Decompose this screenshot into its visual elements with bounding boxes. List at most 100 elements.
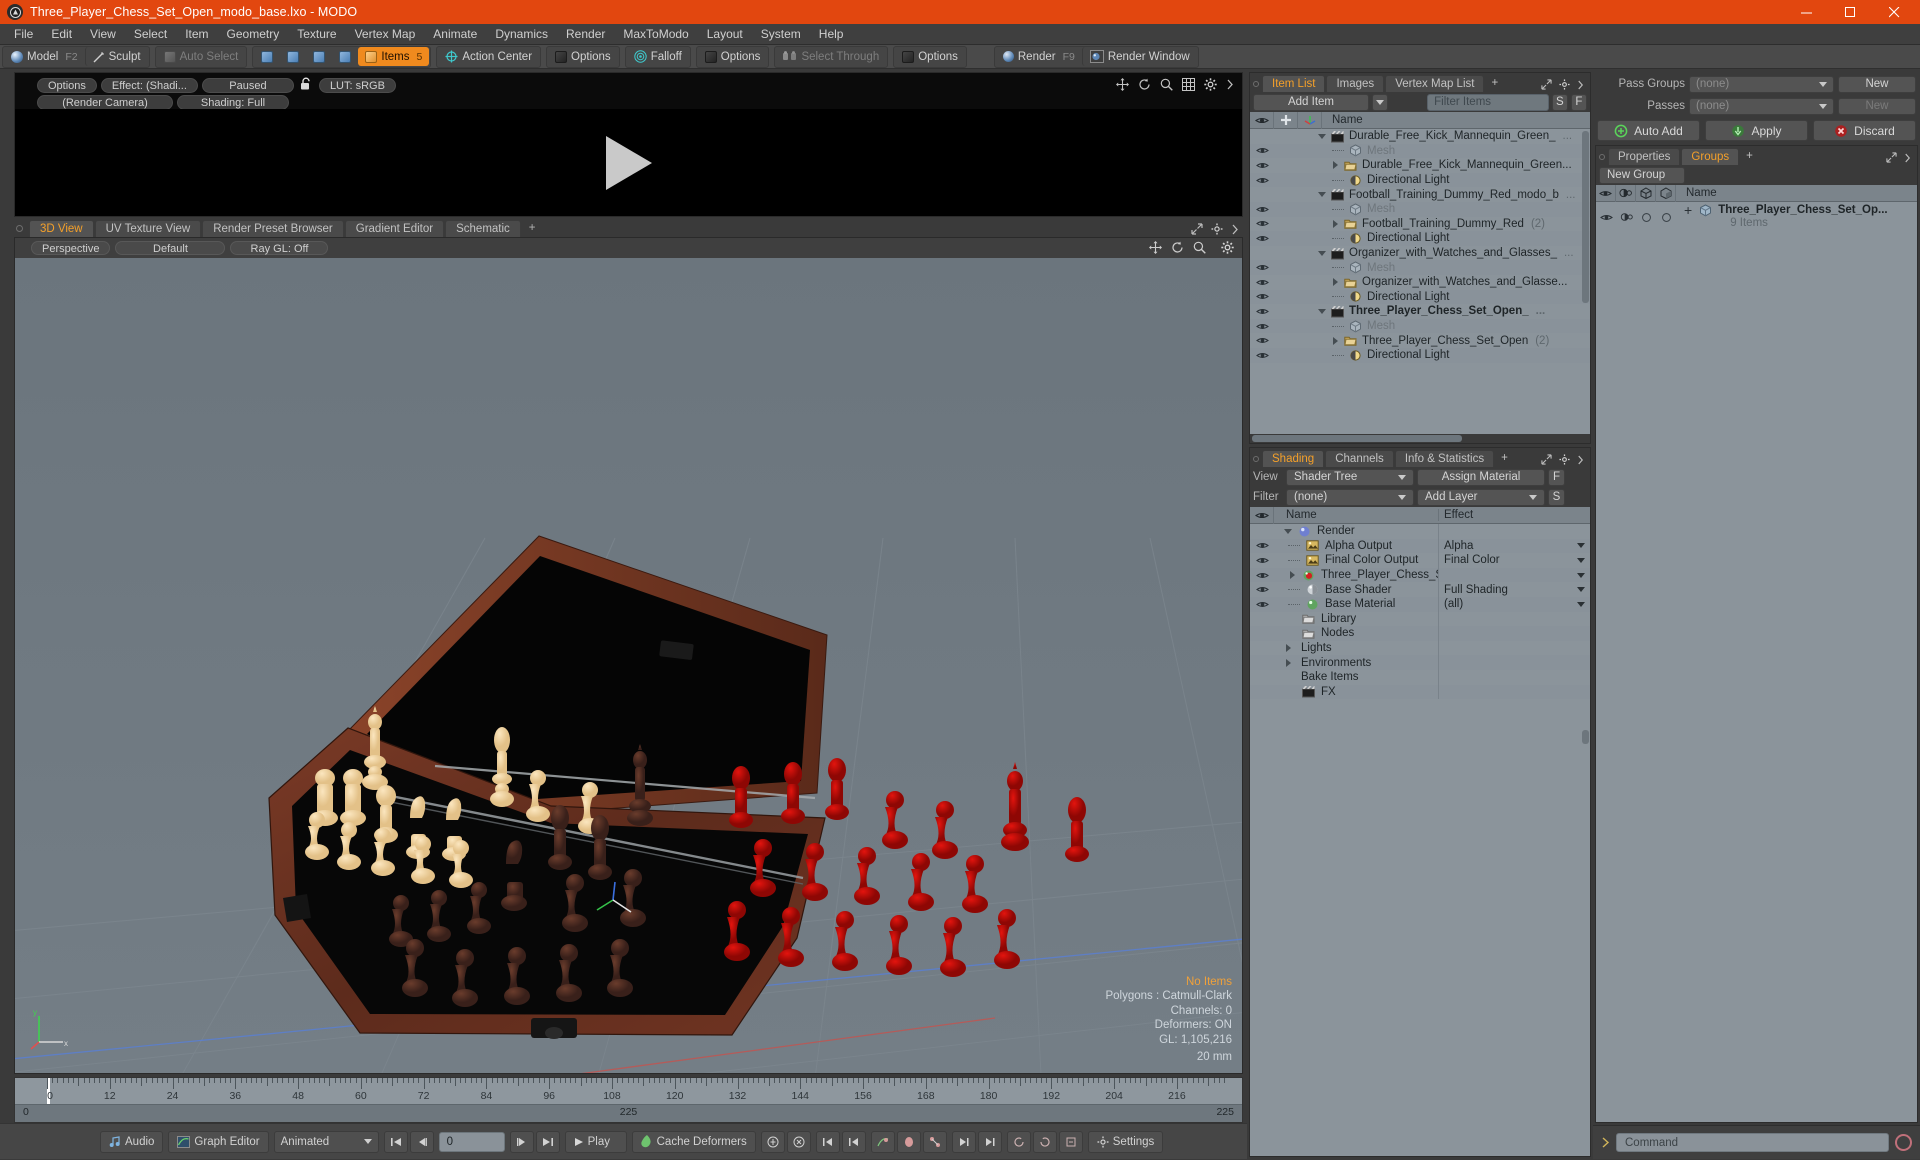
visibility-toggle[interactable] — [1250, 234, 1274, 243]
visibility-toggle[interactable] — [1250, 161, 1274, 170]
viewport-raygl-button[interactable]: Ray GL: Off — [230, 241, 329, 255]
item-list-scrollbar[interactable] — [1582, 131, 1589, 303]
chevron-right-icon[interactable] — [1231, 224, 1239, 235]
tab-add-button[interactable]: + — [1495, 450, 1514, 467]
expand-icon[interactable] — [1541, 79, 1552, 90]
key-add-button[interactable] — [760, 1130, 785, 1153]
move-icon[interactable] — [1149, 241, 1162, 254]
tab-item-list[interactable]: Item List — [1262, 75, 1326, 92]
viewport-style-button[interactable]: Default — [115, 241, 226, 255]
effect-cell[interactable] — [1438, 669, 1590, 685]
skeleton-tool-button[interactable] — [922, 1130, 947, 1153]
zoom-icon[interactable] — [1160, 78, 1173, 91]
menu-item-item[interactable]: Item — [176, 24, 217, 45]
chevron-right-icon[interactable] — [1226, 79, 1234, 90]
skip-start-button[interactable] — [383, 1130, 408, 1153]
visibility-toggle[interactable] — [1250, 176, 1274, 185]
tab-add-button[interactable]: + — [1485, 75, 1504, 92]
step-forward-button[interactable] — [509, 1130, 534, 1153]
gear-icon[interactable] — [1204, 78, 1217, 91]
visibility-toggle[interactable] — [1596, 213, 1616, 222]
filter-s-button[interactable]: S — [1551, 93, 1568, 111]
panel-menu-dot[interactable] — [1253, 456, 1259, 462]
item-list-row[interactable]: Mesh — [1250, 318, 1590, 334]
item-list-row[interactable]: Three_Player_Chess_Set_Open (2) — [1250, 333, 1590, 348]
tab-3d-view[interactable]: 3D View — [29, 220, 94, 237]
shading-row[interactable]: Alpha Output Alpha — [1250, 538, 1590, 554]
animation-mode-select[interactable]: Animated — [273, 1130, 379, 1153]
shading-rows[interactable]: Render Alpha Output Alpha Final Color Outpu… — [1250, 524, 1590, 1156]
sculpt-mode-button[interactable]: Sculpt — [84, 47, 148, 66]
item-list-rows[interactable]: Durable_Free_Kick_Mannequin_Green_... Mes… — [1250, 129, 1590, 434]
chevron-down-icon[interactable] — [1577, 601, 1585, 607]
shading-row[interactable]: Lights — [1250, 640, 1590, 656]
preview-lut-button[interactable]: LUT: sRGB — [318, 77, 396, 93]
maximize-button[interactable] — [1828, 0, 1872, 24]
rotate-icon[interactable] — [1138, 78, 1151, 91]
settings-button[interactable]: Settings — [1087, 1130, 1164, 1153]
effect-cell[interactable] — [1438, 655, 1590, 670]
shading-row[interactable]: Render — [1250, 524, 1590, 539]
pass-groups-new-button[interactable]: New — [1838, 75, 1916, 93]
shading-row[interactable]: Base Shader Full Shading — [1250, 582, 1590, 597]
move-icon[interactable] — [1116, 78, 1129, 91]
shading-row[interactable]: FX — [1250, 684, 1590, 700]
visibility-toggle[interactable] — [1250, 263, 1274, 272]
item-list-row[interactable]: Mesh — [1250, 260, 1590, 275]
bake-button[interactable] — [1058, 1130, 1083, 1153]
falloff-options-button[interactable]: Options — [698, 47, 768, 66]
effect-cell[interactable]: Alpha — [1438, 538, 1590, 554]
preview-options-button[interactable]: Options — [37, 77, 97, 93]
minimize-button[interactable] — [1784, 0, 1828, 24]
chevron-right-icon[interactable] — [1577, 455, 1584, 465]
item-list-row[interactable]: Football_Training_Dummy_Red_modo_b... — [1250, 187, 1590, 202]
effect-cell[interactable] — [1438, 684, 1590, 700]
tab-images[interactable]: Images — [1326, 75, 1385, 92]
cycle-button[interactable] — [1006, 1130, 1031, 1153]
menu-item-select[interactable]: Select — [125, 24, 176, 45]
cache-deformers-button[interactable]: Cache Deformers — [631, 1130, 756, 1153]
expand-icon[interactable] — [1541, 454, 1552, 465]
expand-arrow-icon[interactable] — [1333, 278, 1338, 287]
shading-row[interactable]: Final Color Output Final Color — [1250, 553, 1590, 568]
tab-shading[interactable]: Shading — [1262, 450, 1325, 467]
preview-effect-button[interactable]: Effect: (Shadi... — [100, 77, 198, 93]
command-input[interactable]: Command — [1616, 1133, 1889, 1152]
chevron-down-icon[interactable] — [1577, 557, 1585, 563]
assign-material-button[interactable]: Assign Material — [1417, 468, 1545, 486]
edges-mode-button[interactable] — [280, 47, 306, 66]
add-item-button[interactable]: Add Item — [1253, 93, 1369, 111]
tab-groups[interactable]: Groups — [1681, 148, 1740, 165]
grid-icon[interactable] — [1182, 78, 1195, 91]
tab-vertex-map-list[interactable]: Vertex Map List — [1385, 75, 1485, 92]
auto-select-button[interactable]: Auto Select — [157, 47, 246, 66]
timeline[interactable]: 0 12 24 36 48 60 72 84 96 108 120 132 144 156 168 180 19… — [14, 1077, 1243, 1123]
tab-add-button[interactable]: + — [522, 220, 543, 237]
shading-row[interactable]: Nodes — [1250, 626, 1590, 641]
item-list-row[interactable]: Organizer_with_Watches_and_Glasse... — [1250, 275, 1590, 290]
vertices-mode-button[interactable] — [254, 47, 280, 66]
range-in-button[interactable] — [951, 1130, 976, 1153]
viewport-canvas[interactable]: y x No Items Polygons : Catmull-Clark Ch… — [15, 258, 1242, 1073]
polygons-mode-button[interactable] — [306, 47, 332, 66]
chevron-down-icon[interactable] — [1577, 543, 1585, 549]
wireframe-toggle[interactable] — [1636, 212, 1656, 223]
render-button[interactable]: Render F9 — [996, 47, 1082, 66]
collapse-arrow-icon[interactable] — [1318, 192, 1326, 198]
chevron-right-icon[interactable] — [1577, 80, 1584, 90]
item-list-row[interactable]: Three_Player_Chess_Set_Open_... — [1250, 304, 1590, 319]
visibility-toggle[interactable] — [1250, 585, 1274, 594]
apply-button[interactable]: Apply — [1705, 120, 1808, 141]
viewport-projection-button[interactable]: Perspective — [31, 241, 111, 255]
visibility-toggle[interactable] — [1250, 292, 1274, 301]
expand-plus-icon[interactable]: + — [1684, 204, 1692, 217]
effect-cell[interactable] — [1438, 524, 1590, 539]
item-list-row[interactable]: Organizer_with_Watches_and_Glasses_... — [1250, 246, 1590, 261]
collapse-arrow-icon[interactable] — [1318, 133, 1326, 139]
effect-cell[interactable]: Full Shading — [1438, 582, 1590, 597]
timeline-ruler[interactable]: 0 12 24 36 48 60 72 84 96 108 120 132 144 156 168 180 19… — [15, 1078, 1242, 1105]
visibility-toggle[interactable] — [1250, 307, 1274, 316]
tab-render-preset-browser[interactable]: Render Preset Browser — [202, 220, 344, 237]
reverse-button[interactable] — [1032, 1130, 1057, 1153]
groups-rows[interactable]: + Three_Player_Chess_Set_Op... 9 Items — [1596, 202, 1917, 1122]
